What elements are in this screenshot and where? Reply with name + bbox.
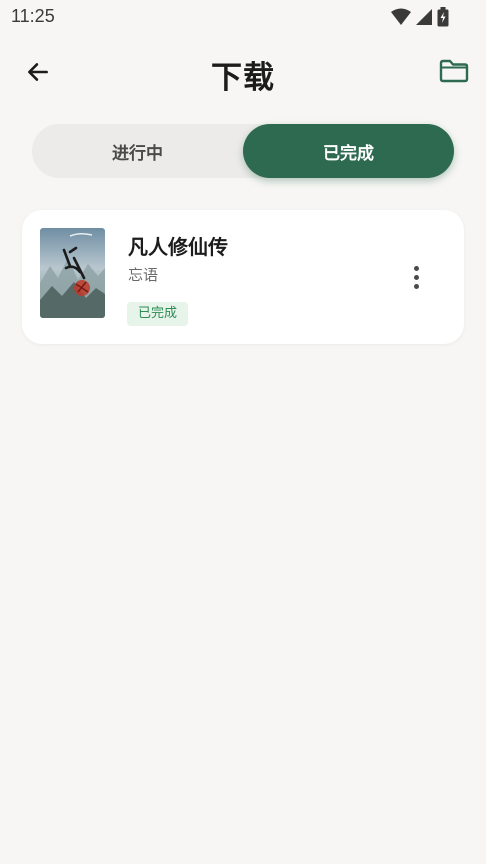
status-icons <box>391 7 449 27</box>
status-badge: 已完成 <box>127 302 189 326</box>
download-tabs: 进行中 已完成 <box>32 124 454 178</box>
page-title: 下载 <box>211 60 275 96</box>
tab-in-progress[interactable]: 进行中 <box>32 124 243 178</box>
book-cover <box>40 228 105 318</box>
signal-icon <box>416 9 432 25</box>
book-title: 凡人修仙传 <box>128 235 228 259</box>
more-options-button[interactable] <box>400 258 432 296</box>
wifi-icon <box>391 8 411 25</box>
tab-completed[interactable]: 已完成 <box>243 124 454 178</box>
more-vertical-icon <box>413 265 419 271</box>
book-author: 忘语 <box>128 266 159 284</box>
battery-icon <box>437 7 449 27</box>
folder-icon <box>439 59 469 83</box>
book-card[interactable]: 凡人修仙传 忘语 已完成 <box>22 210 464 344</box>
status-time: 11:25 <box>11 6 55 26</box>
app-bar: 下载 <box>0 44 486 100</box>
folder-button[interactable] <box>436 55 472 87</box>
status-bar: 11:25 <box>0 0 486 34</box>
